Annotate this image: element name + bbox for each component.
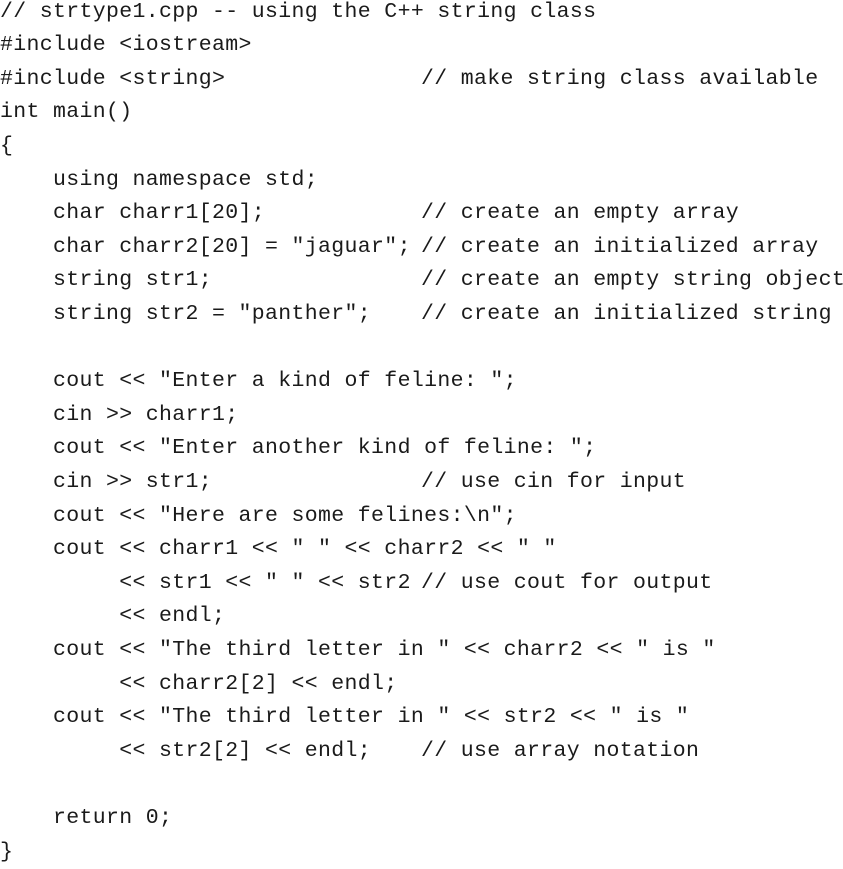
code-comment: // use cout for output xyxy=(421,567,713,601)
code-text: string str2 = "panther"; xyxy=(0,298,371,332)
code-text: cout << "Here are some felines:\n"; xyxy=(0,500,517,534)
code-text: using namespace std; xyxy=(0,164,318,198)
code-text: // strtype1.cpp -- using the C++ string … xyxy=(0,0,596,29)
code-text: #include <iostream> xyxy=(0,29,252,63)
code-text: cout << "Enter another kind of feline: "… xyxy=(0,432,596,466)
code-text: cin >> str1; xyxy=(0,466,212,500)
code-text: { xyxy=(0,130,13,164)
code-text: } xyxy=(0,836,13,869)
code-comment: // create an empty string object xyxy=(421,264,843,298)
code-text: << str2[2] << endl; xyxy=(0,735,371,769)
code-comment: // create an initialized string xyxy=(421,298,832,332)
code-text: << endl; xyxy=(0,600,225,634)
code-comment: // use array notation xyxy=(421,735,699,769)
code-comment: // make string class available xyxy=(421,63,819,97)
code-text: cout << "Enter a kind of feline: "; xyxy=(0,365,517,399)
code-text: int main() xyxy=(0,96,133,130)
code-text: cout << "The third letter in " << charr2… xyxy=(0,634,716,668)
code-text: << charr2[2] << endl; xyxy=(0,668,398,702)
code-text: string str1; xyxy=(0,264,212,298)
code-listing: // strtype1.cpp -- using the C++ string … xyxy=(0,0,843,863)
code-text: cout << charr1 << " " << charr2 << " " xyxy=(0,533,557,567)
code-text: return 0; xyxy=(0,802,172,836)
code-text: cout << "The third letter in " << str2 <… xyxy=(0,701,689,735)
code-comment: // create an initialized array xyxy=(421,231,819,265)
code-text: char charr1[20]; xyxy=(0,197,265,231)
code-text: << str1 << " " << str2 xyxy=(0,567,411,601)
code-text: #include <string> xyxy=(0,63,225,97)
code-text: cin >> charr1; xyxy=(0,399,239,433)
code-comment: // use cin for input xyxy=(421,466,686,500)
code-comment: // create an empty array xyxy=(421,197,739,231)
code-text: char charr2[20] = "jaguar"; xyxy=(0,231,411,265)
